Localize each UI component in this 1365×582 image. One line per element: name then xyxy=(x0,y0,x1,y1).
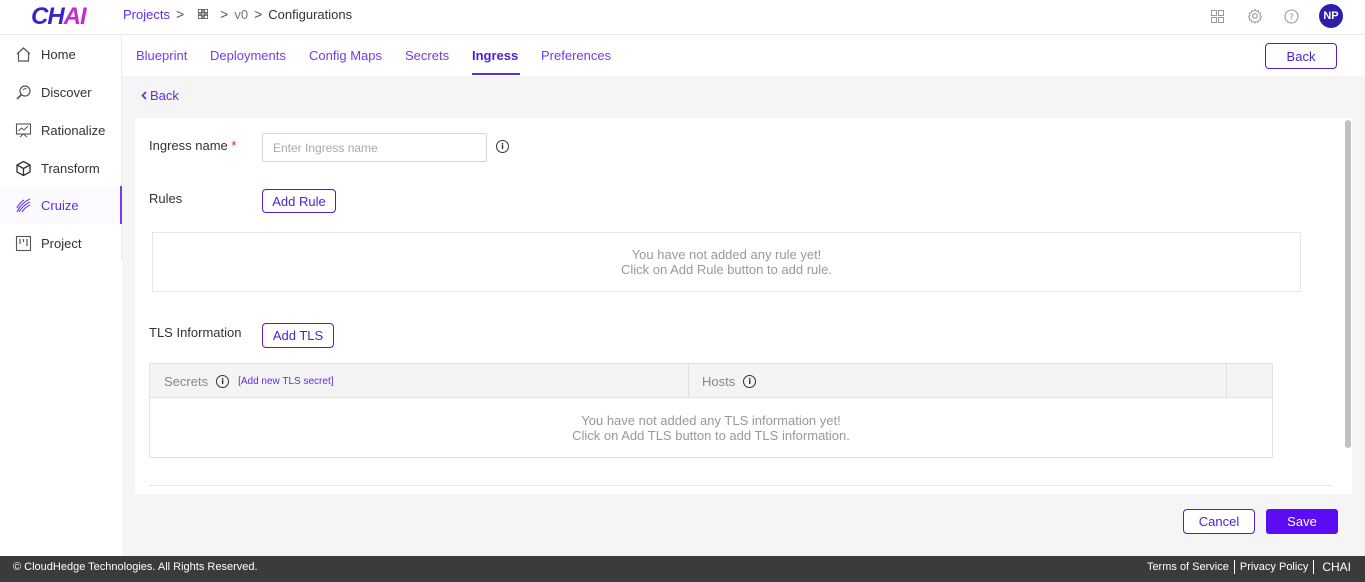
breadcrumb-version[interactable]: v0 xyxy=(234,7,248,22)
sidebar-item-label: Project xyxy=(41,235,82,251)
sidebar-item-label: Cruize xyxy=(41,197,79,213)
cancel-button[interactable]: Cancel xyxy=(1183,509,1255,534)
breadcrumb-separator: > xyxy=(175,6,185,22)
form-divider xyxy=(149,485,1332,486)
back-link[interactable]: Back xyxy=(141,88,179,103)
project-grid-icon[interactable] xyxy=(198,9,209,19)
terms-of-service-link[interactable]: Terms of Service xyxy=(1142,561,1234,573)
tab-ingress[interactable]: Ingress xyxy=(472,48,518,63)
tls-table-header: Secrets i [Add new TLS secret] Hosts i xyxy=(150,364,1272,398)
hosts-column-header: Hosts i xyxy=(702,364,757,398)
privacy-policy-link[interactable]: Privacy Policy xyxy=(1235,561,1313,573)
sidebar-item-cruize[interactable]: Cruize xyxy=(0,186,122,224)
apps-grid-icon[interactable] xyxy=(1208,7,1227,26)
tab-secrets[interactable]: Secrets xyxy=(405,48,449,63)
svg-text:?: ? xyxy=(1289,13,1294,23)
sidebar: Home Discover Rationalize Transform Crui… xyxy=(0,35,122,556)
sidebar-item-label: Rationalize xyxy=(41,122,106,138)
ingress-name-input[interactable] xyxy=(262,133,487,162)
add-tls-secret-link[interactable]: [Add new TLS secret] xyxy=(238,376,333,387)
required-marker: * xyxy=(231,138,237,153)
ingress-name-label-text: Ingress name xyxy=(149,138,228,153)
rules-empty-line1: You have not added any rule yet! xyxy=(631,247,822,262)
info-icon[interactable]: i xyxy=(743,374,757,388)
project-icon xyxy=(15,235,32,252)
active-tab-indicator xyxy=(472,73,520,75)
tls-table: Secrets i [Add new TLS secret] Hosts i Y… xyxy=(149,363,1273,458)
top-back-button[interactable]: Back xyxy=(1265,43,1337,69)
tab-blueprint[interactable]: Blueprint xyxy=(136,48,187,63)
scrollbar[interactable] xyxy=(1345,120,1351,448)
copyright-text: © CloudHedge Technologies. All Rights Re… xyxy=(13,561,258,573)
rules-empty-state: You have not added any rule yet! Click o… xyxy=(152,232,1301,292)
tls-empty-state: You have not added any TLS information y… xyxy=(150,399,1272,457)
sidebar-item-label: Transform xyxy=(41,160,100,176)
rationalize-icon xyxy=(15,122,32,139)
header-icons: ? NP xyxy=(1208,4,1343,28)
gear-icon[interactable] xyxy=(1245,7,1264,26)
tab-preferences[interactable]: Preferences xyxy=(541,48,611,63)
chai-logo[interactable]: CHAI xyxy=(31,3,87,31)
sidebar-item-project[interactable]: Project xyxy=(0,224,122,262)
tls-empty-line1: You have not added any TLS information y… xyxy=(581,413,841,428)
column-divider xyxy=(1226,364,1227,398)
cruize-icon xyxy=(15,197,32,214)
top-header: CHAI Projects > > v0 > Configurations ? … xyxy=(0,0,1365,35)
sidebar-item-home[interactable]: Home xyxy=(0,35,122,73)
column-divider xyxy=(688,364,689,398)
secrets-column-label: Secrets xyxy=(164,373,209,389)
ingress-name-label: Ingress name * xyxy=(149,138,236,153)
footer-brand: CHAI xyxy=(1322,560,1351,574)
sidebar-item-label: Home xyxy=(41,46,76,62)
footer: © CloudHedge Technologies. All Rights Re… xyxy=(0,556,1365,582)
breadcrumb-current: Configurations xyxy=(268,6,353,22)
breadcrumb-separator: > xyxy=(254,6,263,22)
tab-config-maps[interactable]: Config Maps xyxy=(309,48,382,63)
sidebar-item-discover[interactable]: Discover xyxy=(0,73,122,111)
add-tls-button[interactable]: Add TLS xyxy=(262,323,334,348)
sidebar-item-rationalize[interactable]: Rationalize xyxy=(0,111,122,149)
tls-information-label: TLS Information xyxy=(149,325,242,340)
save-button[interactable]: Save xyxy=(1266,509,1338,534)
sidebar-item-transform[interactable]: Transform xyxy=(0,149,122,187)
info-icon[interactable]: i xyxy=(216,374,230,388)
home-icon xyxy=(15,46,32,63)
breadcrumb: Projects > > v0 > Configurations xyxy=(123,6,352,22)
config-tabs: Blueprint Deployments Config Maps Secret… xyxy=(122,35,1365,76)
back-link-label: Back xyxy=(150,88,179,103)
user-avatar[interactable]: NP xyxy=(1319,4,1343,28)
footer-links: Terms of Service Privacy Policy CHAI xyxy=(1142,560,1351,574)
help-icon[interactable]: ? xyxy=(1282,7,1301,26)
rules-empty-line2: Click on Add Rule button to add rule. xyxy=(620,262,833,277)
add-rule-button[interactable]: Add Rule xyxy=(262,189,336,213)
chevron-left-icon xyxy=(141,91,147,100)
transform-icon xyxy=(15,160,32,177)
info-icon[interactable]: i xyxy=(496,140,509,153)
tls-empty-line2: Click on Add TLS button to add TLS infor… xyxy=(572,428,850,443)
rules-label: Rules xyxy=(149,191,183,206)
sidebar-item-label: Discover xyxy=(41,84,92,100)
breadcrumb-projects[interactable]: Projects xyxy=(123,7,170,22)
secrets-column-header: Secrets i [Add new TLS secret] xyxy=(164,364,334,398)
hosts-column-label: Hosts xyxy=(702,373,736,389)
discover-icon xyxy=(15,84,32,101)
breadcrumb-separator: > xyxy=(220,6,229,22)
tab-deployments[interactable]: Deployments xyxy=(210,48,286,63)
